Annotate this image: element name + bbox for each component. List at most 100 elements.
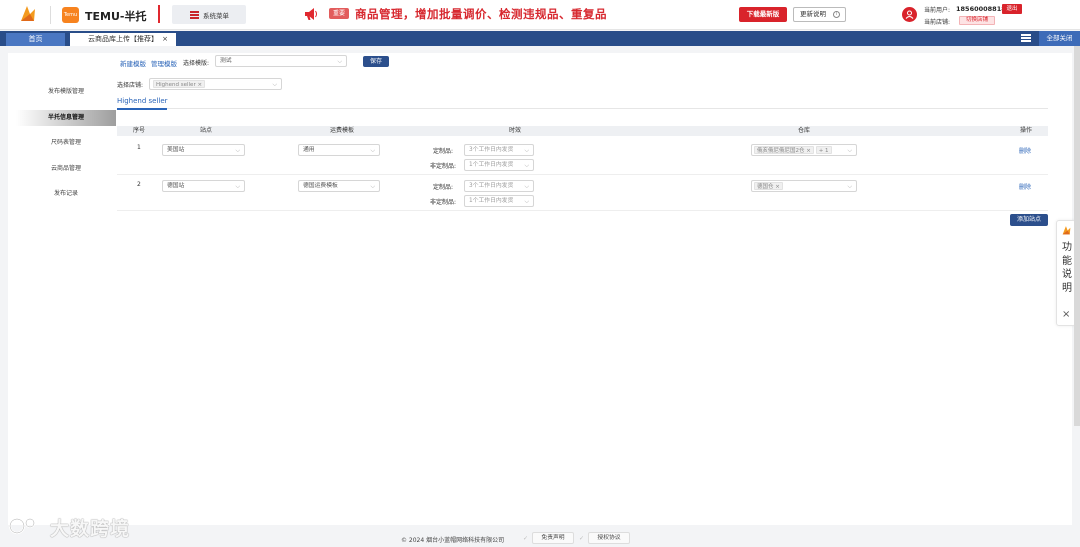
warehouse-tag[interactable]: 德国仓 ×: [754, 182, 783, 190]
watermark-text: 大数跨境: [50, 518, 131, 540]
noncustom-lead-time-select[interactable]: 1个工作日内发货 ⌵: [464, 159, 534, 171]
subtab-divider: [117, 108, 1048, 109]
checkmark-icon: ✓: [579, 535, 585, 542]
add-site-button[interactable]: 添加站点: [1010, 214, 1048, 226]
chevron-down-icon: ⌵: [370, 147, 375, 154]
logout-button[interactable]: 退出: [1002, 4, 1022, 14]
disclaimer-button[interactable]: 免责声明: [532, 532, 574, 544]
close-icon[interactable]: ×: [1062, 309, 1070, 320]
site-select[interactable]: 德国站 ⌵: [162, 180, 245, 192]
license-button[interactable]: 授权协议: [588, 532, 630, 544]
noncustom-product-label: 非定制品:: [430, 163, 457, 170]
store-tag-label: Highend seller: [156, 82, 196, 88]
feature-help-label: 功能说明: [1062, 242, 1072, 294]
row-divider: [117, 210, 1048, 211]
brand-title: TEMU-半托: [85, 10, 147, 23]
custom-product-label: 定制品:: [433, 184, 454, 191]
tab-cloud-product-upload[interactable]: 云商品库上传【推荐】 ×: [70, 33, 176, 46]
temu-logo-icon: Temu: [62, 7, 79, 23]
close-all-tabs-button[interactable]: 全部关闭: [1039, 31, 1080, 46]
warehouse-tag-label: 俄亥俄尼俄尼国2仓: [757, 148, 805, 154]
current-user-value: 18560008818: [956, 5, 1006, 13]
chevron-down-icon: ⌵: [235, 147, 240, 154]
sidebar-item-template-management[interactable]: 发布模版管理: [16, 84, 116, 100]
system-menu-button[interactable]: 系统菜单: [172, 5, 246, 24]
noncustom-lead-time-value: 1个工作日内发货: [469, 162, 514, 168]
info-icon: i: [833, 11, 840, 18]
announcement-headline[interactable]: 商品管理，增加批量调价、检测违规品、重复品: [355, 6, 607, 22]
tab-highend-seller[interactable]: Highend seller: [117, 97, 168, 105]
shipping-template-select[interactable]: 德国运费模板 ⌵: [298, 180, 380, 192]
custom-lead-time-value: 3个工作日内发货: [469, 147, 514, 153]
custom-lead-time-select[interactable]: 3个工作日内发货 ⌵: [464, 144, 534, 156]
download-latest-button[interactable]: 下载最新版: [739, 7, 787, 22]
header-divider: [50, 6, 51, 24]
site-select[interactable]: 美国站 ⌵: [162, 144, 245, 156]
chevron-down-icon: ⌵: [524, 147, 529, 154]
custom-lead-time-value: 3个工作日内发货: [469, 183, 514, 189]
tab-bar: 首页 云商品库上传【推荐】 × 全部关闭: [0, 31, 1080, 46]
sidebar-item-cloud-products[interactable]: 云商品管理: [16, 161, 116, 177]
noncustom-lead-time-value: 1个工作日内发货: [469, 198, 514, 204]
delete-row-button[interactable]: 删除: [1019, 146, 1031, 155]
table-header: 序号 站点 运费模板 时效 仓库 操作: [117, 126, 1048, 136]
chevron-down-icon: ⌵: [337, 58, 342, 65]
shipping-template-value: 德国运费模板: [303, 183, 338, 189]
app-logo-icon: [1062, 226, 1071, 235]
update-notes-button[interactable]: 更新说明 i: [793, 7, 846, 22]
subtab-active-indicator: [117, 108, 167, 110]
site-select-value: 德国站: [167, 183, 185, 189]
warehouse-tag[interactable]: 俄亥俄尼俄尼国2仓 ×: [754, 146, 814, 154]
top-header: Temu TEMU-半托 系统菜单 重要 商品管理，增加批量调价、检测违规品、重…: [0, 0, 1080, 30]
column-header-index: 序号: [132, 127, 146, 134]
new-template-link[interactable]: 新建模版: [120, 58, 146, 68]
store-tag[interactable]: Highend seller ×: [153, 80, 206, 88]
update-notes-label: 更新说明: [800, 10, 826, 18]
warehouse-select[interactable]: 俄亥俄尼俄尼国2仓 × + 1 ⌵: [751, 144, 857, 156]
important-badge: 重要: [329, 8, 350, 19]
chevron-down-icon: ⌵: [847, 147, 852, 154]
current-store-label: 当前店铺:: [924, 19, 951, 26]
feature-help-panel[interactable]: 功能说明 ×: [1056, 220, 1076, 326]
main-panel: 发布模版管理 半托信息管理 尺码表管理 云商品管理 发布记录 新建模版 管理模版…: [8, 53, 1072, 525]
manage-template-link[interactable]: 管理模版: [151, 58, 177, 68]
custom-lead-time-select[interactable]: 3个工作日内发货 ⌵: [464, 180, 534, 192]
menu-list-icon: [190, 11, 199, 19]
chevron-down-icon: ⌵: [272, 81, 277, 88]
noncustom-lead-time-select[interactable]: 1个工作日内发货 ⌵: [464, 195, 534, 207]
chevron-down-icon: ⌵: [524, 162, 529, 169]
sidebar-item-semi-managed-info[interactable]: 半托信息管理: [16, 110, 116, 126]
shipping-template-select[interactable]: 通用 ⌵: [298, 144, 380, 156]
chevron-down-icon: ⌵: [235, 183, 240, 190]
tab-home[interactable]: 首页: [6, 33, 65, 46]
switch-store-button[interactable]: 切换店铺: [959, 16, 995, 25]
select-template-label: 选择模版:: [183, 60, 210, 67]
brand-red-divider: [158, 5, 160, 23]
delete-row-button[interactable]: 删除: [1019, 182, 1031, 191]
noncustom-product-label: 非定制品:: [430, 199, 457, 206]
chevron-down-icon: ⌵: [847, 183, 852, 190]
current-user-label: 当前用户:: [924, 7, 951, 14]
tab-list-icon[interactable]: [1021, 34, 1031, 43]
megaphone-icon: [305, 8, 317, 20]
close-icon[interactable]: ×: [162, 33, 168, 46]
custom-product-label: 定制品:: [433, 148, 454, 155]
store-select[interactable]: Highend seller × ⌵: [149, 78, 282, 90]
footer-copyright: © 2024 烟台小蓝帽网络科技有限公司: [401, 537, 505, 544]
warehouse-select[interactable]: 德国仓 × ⌵: [751, 180, 857, 192]
template-select-value: 测试: [220, 58, 232, 64]
column-header-action: 操作: [1019, 127, 1033, 134]
save-button[interactable]: 保存: [363, 56, 389, 67]
template-select[interactable]: 测试 ⌵: [215, 55, 347, 67]
sidebar-item-publish-records[interactable]: 发布记录: [16, 186, 116, 202]
warehouse-more-tag: + 1: [815, 146, 832, 154]
app-logo-icon: [21, 6, 35, 21]
row-index: 2: [137, 181, 141, 188]
checkmark-icon: ✓: [523, 535, 529, 542]
page-scrollbar[interactable]: [1074, 46, 1080, 426]
sidebar-item-size-chart[interactable]: 尺码表管理: [16, 135, 116, 151]
column-header-lead-time: 时效: [508, 127, 522, 134]
column-header-site: 站点: [199, 127, 213, 134]
row-index: 1: [137, 144, 141, 151]
row-divider: [117, 174, 1048, 175]
